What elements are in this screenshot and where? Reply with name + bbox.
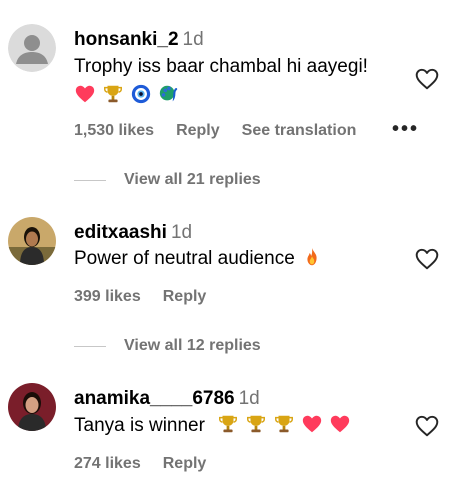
replies-divider bbox=[74, 345, 106, 347]
trophy-icon bbox=[217, 413, 239, 435]
profile-photo-icon bbox=[8, 383, 56, 431]
likes-count[interactable]: 274 likes bbox=[74, 454, 141, 474]
view-replies-label: View all 12 replies bbox=[124, 337, 261, 354]
reply-button[interactable]: Reply bbox=[163, 287, 207, 307]
view-replies-label: View all 21 replies bbox=[124, 171, 261, 188]
comment-header: honsanki_2 1d bbox=[74, 29, 204, 51]
heart-icon bbox=[329, 413, 351, 435]
comment-header: editxaashi 1d bbox=[74, 222, 192, 244]
see-translation-button[interactable]: See translation bbox=[242, 121, 357, 141]
timestamp: 1d bbox=[238, 388, 260, 409]
trophy-icon bbox=[273, 413, 295, 435]
comment-text-row: Power of neutral audience bbox=[74, 247, 323, 271]
comment-actions: 1,530 likes Reply See translation bbox=[74, 121, 356, 141]
username[interactable]: editxaashi bbox=[74, 222, 167, 243]
likes-count[interactable]: 399 likes bbox=[74, 287, 141, 307]
trophy-icon bbox=[245, 413, 267, 435]
username[interactable]: honsanki_2 bbox=[74, 29, 179, 50]
timestamp: 1d bbox=[182, 29, 204, 50]
comment-actions: 274 likes Reply bbox=[74, 454, 206, 474]
comment-text: Power of neutral audience bbox=[74, 248, 295, 269]
default-avatar-icon bbox=[8, 24, 56, 72]
username[interactable]: anamika____6786 bbox=[74, 388, 235, 409]
likes-count[interactable]: 1,530 likes bbox=[74, 121, 154, 141]
profile-photo-icon bbox=[8, 217, 56, 265]
heart-icon bbox=[74, 83, 96, 105]
peacock-icon bbox=[158, 83, 180, 105]
trophy-icon bbox=[102, 83, 124, 105]
like-heart-icon[interactable] bbox=[414, 66, 440, 92]
comment-text: Trophy iss baar chambal hi aayegi! bbox=[74, 56, 368, 77]
comment-text-row: Tanya is winner bbox=[74, 414, 351, 438]
heart-icon bbox=[301, 413, 323, 435]
avatar-default[interactable] bbox=[8, 24, 56, 72]
replies-divider bbox=[74, 179, 106, 181]
reply-button[interactable]: Reply bbox=[163, 454, 207, 474]
like-heart-icon[interactable] bbox=[414, 246, 440, 272]
view-replies-button[interactable]: View all 21 replies bbox=[74, 171, 261, 189]
emoji-row bbox=[217, 413, 351, 435]
emoji-row bbox=[301, 246, 323, 268]
comment-header: anamika____6786 1d bbox=[74, 388, 260, 410]
fire-icon bbox=[301, 246, 323, 268]
like-heart-icon[interactable] bbox=[414, 413, 440, 439]
avatar-anamika[interactable] bbox=[8, 383, 56, 431]
view-replies-button[interactable]: View all 12 replies bbox=[74, 337, 261, 355]
more-options-icon[interactable]: ••• bbox=[392, 118, 419, 141]
nazar-icon bbox=[130, 83, 152, 105]
emoji-row bbox=[74, 82, 180, 106]
reply-button[interactable]: Reply bbox=[176, 121, 220, 141]
comment-actions: 399 likes Reply bbox=[74, 287, 206, 307]
avatar-editxaashi[interactable] bbox=[8, 217, 56, 265]
comment-text: Tanya is winner bbox=[74, 415, 205, 436]
timestamp: 1d bbox=[170, 222, 193, 243]
